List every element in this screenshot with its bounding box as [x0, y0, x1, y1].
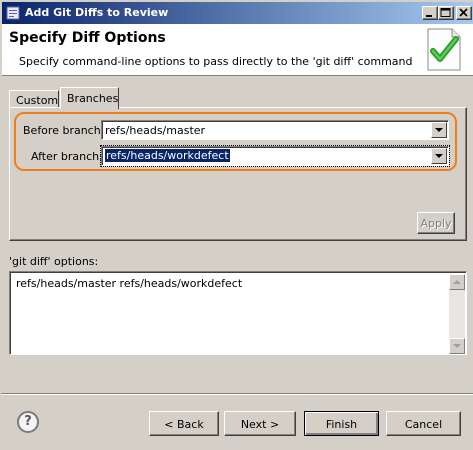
chevron-down-icon[interactable]	[431, 122, 447, 138]
before-branch-combo[interactable]: refs/heads/master	[101, 120, 449, 140]
title-bar[interactable]: Add Git Diffs to Review	[2, 2, 473, 24]
finish-button[interactable]: Finish	[304, 411, 379, 436]
back-button[interactable]: < Back	[149, 411, 219, 436]
chevron-down-icon[interactable]	[431, 148, 447, 164]
maximize-icon	[440, 8, 451, 17]
wizard-header: Specify Diff Options Specify command-lin…	[2, 24, 473, 76]
window-title: Add Git Diffs to Review	[25, 6, 169, 19]
minimize-button[interactable]	[422, 6, 438, 20]
close-icon	[459, 8, 468, 17]
minimize-icon	[426, 15, 432, 17]
vertical-scrollbar[interactable]	[449, 274, 465, 354]
apply-button[interactable]: Apply	[417, 212, 455, 234]
git-diff-options-textarea[interactable]: refs/heads/master refs/heads/workdefect	[9, 271, 467, 355]
dialog-window: Add Git Diffs to Review Specify Diff Opt…	[0, 0, 473, 450]
close-button[interactable]	[456, 6, 472, 20]
tab-branches[interactable]: Branches	[60, 87, 119, 109]
tab-custom[interactable]: Custom	[9, 90, 59, 107]
git-diff-options-value: refs/heads/master refs/heads/workdefect	[16, 277, 243, 290]
maximize-button[interactable]	[438, 6, 454, 20]
scroll-down-icon[interactable]	[449, 338, 465, 354]
before-branch-value: refs/heads/master	[105, 124, 206, 137]
footer-divider	[1, 393, 473, 395]
page-title: Specify Diff Options	[9, 30, 166, 46]
scroll-up-icon[interactable]	[449, 274, 465, 290]
checkmark-document-icon	[427, 28, 461, 71]
after-branch-value: refs/heads/workdefect	[105, 149, 230, 162]
git-diff-options-label: 'git diff' options:	[9, 255, 99, 268]
page-description: Specify command-line options to pass dir…	[19, 55, 413, 68]
before-branch-label: Before branch:	[23, 124, 105, 137]
next-button[interactable]: Next >	[224, 411, 296, 436]
after-branch-combo[interactable]: refs/heads/workdefect	[100, 145, 450, 167]
help-icon[interactable]: ?	[17, 411, 39, 433]
cancel-button[interactable]: Cancel	[386, 411, 461, 436]
after-branch-label: After branch:	[31, 150, 103, 163]
app-icon	[6, 6, 20, 20]
